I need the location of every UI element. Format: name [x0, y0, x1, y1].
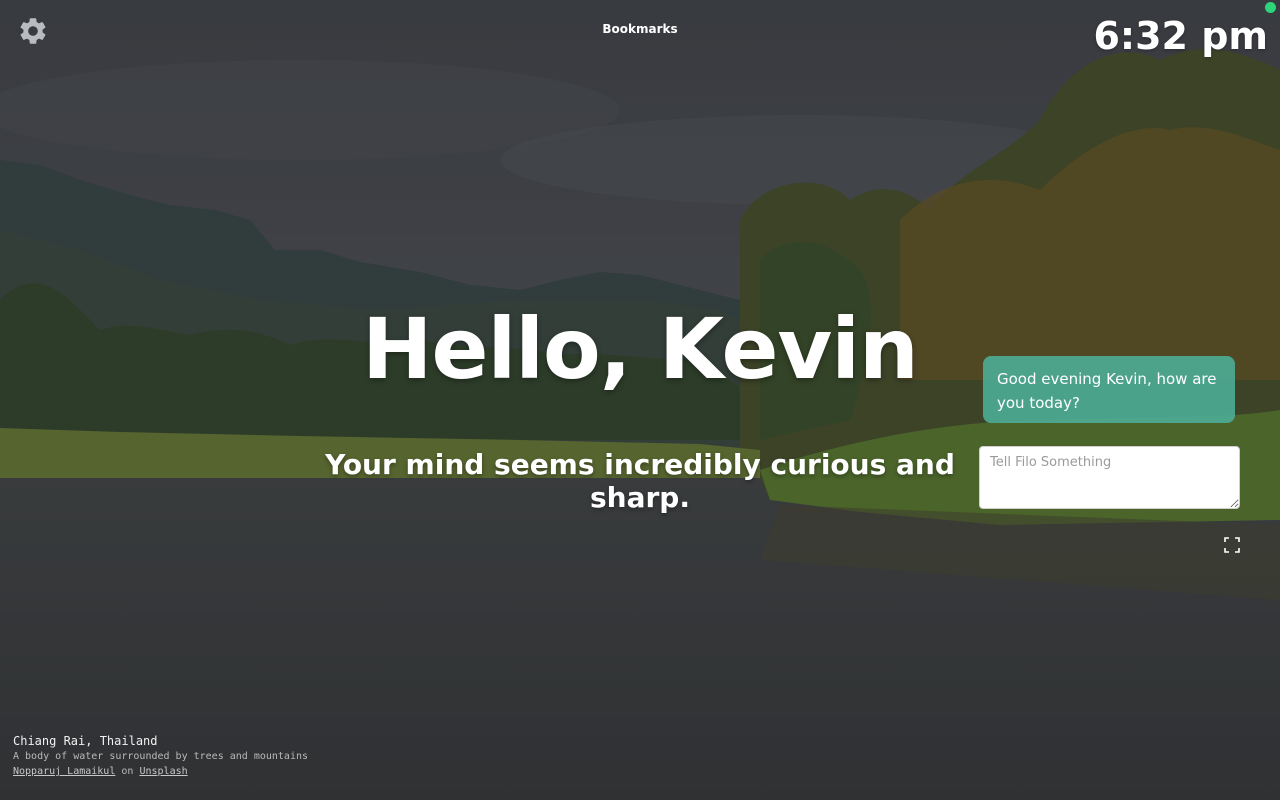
bookmarks-link[interactable]: Bookmarks — [590, 22, 690, 36]
gear-icon[interactable] — [17, 15, 49, 47]
new-tab-page: Bookmarks 6:32 pm Hello, Kevin Your mind… — [0, 0, 1280, 800]
photo-source: Nopparuj Lamaikul on Unsplash — [13, 764, 308, 779]
photo-description: A body of water surrounded by trees and … — [13, 751, 309, 762]
clock-time: 6:32 pm — [1093, 14, 1268, 58]
greeting-message: Your mind seems incredibly curious and s… — [325, 448, 955, 514]
credit-separator: on — [121, 766, 134, 777]
chat-input[interactable] — [979, 446, 1240, 509]
unsplash-link[interactable]: Unsplash — [139, 766, 187, 777]
online-status-dot-icon — [1265, 2, 1276, 13]
chat-bot-message: Good evening Kevin, how are you today? — [983, 356, 1235, 423]
photographer-link[interactable]: Nopparuj Lamaikul — [13, 766, 115, 777]
fullscreen-icon[interactable] — [1224, 537, 1240, 553]
photo-credit: Chiang Rai, Thailand A body of water sur… — [13, 733, 308, 779]
greeting-heading: Hello, Kevin — [362, 300, 919, 398]
photo-location: Chiang Rai, Thailand — [13, 734, 158, 748]
